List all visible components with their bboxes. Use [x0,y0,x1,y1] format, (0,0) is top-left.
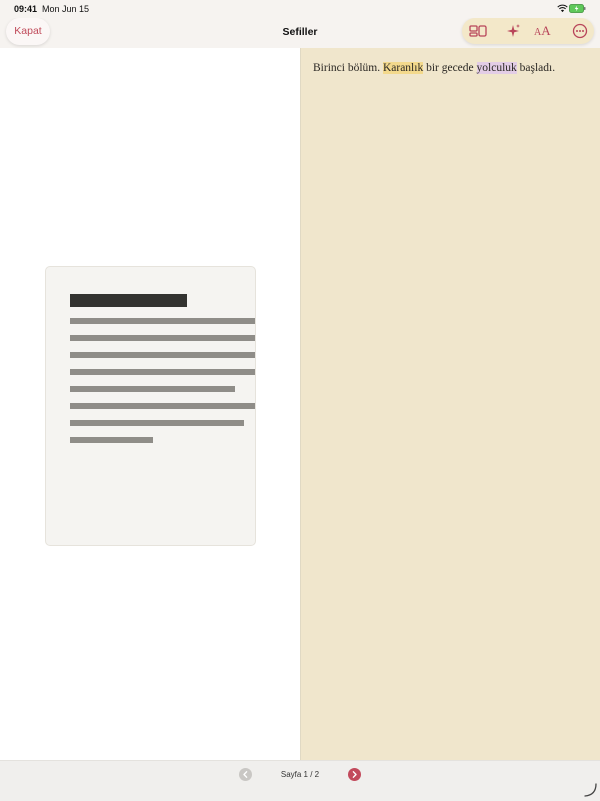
resize-handle-icon[interactable] [583,783,597,797]
thumbnail-text-line [70,369,255,375]
battery-icon [569,4,586,13]
status-time: 09:41 [14,4,38,14]
thumbnail-text-line [70,420,244,426]
thumbnail-text-line [70,437,153,443]
text-size-big: A [541,23,551,38]
thumbnail-text-line [70,386,235,392]
sparkle-icon[interactable] [503,22,523,40]
highlight-karanlik[interactable]: Karanlık [382,62,424,74]
reading-text[interactable]: Birinci bölüm. Karanlık bir gecede yolcu… [313,62,597,74]
text-segment: başladı. [516,62,556,74]
more-icon[interactable] [570,22,590,40]
page-indicator: Sayfa 1 / 2 [280,770,320,779]
text-segment: bir gecede [423,62,477,74]
highlight-yolculuk[interactable]: yolculuk [476,62,517,74]
wifi-icon [557,4,568,13]
status-bar: 09:41 Mon Jun 15 [0,0,600,18]
chevron-right-icon [352,771,357,778]
text-size-icon[interactable]: AA [534,22,558,40]
page-navigation-bar: Sayfa 1 / 2 [0,760,600,801]
layout-icon[interactable] [468,22,488,40]
text-segment: Birinci bölüm. [313,62,383,74]
thumbnail-text-line [70,335,255,341]
thumbnail-text-line [70,352,255,358]
nav-bar: Kapat Sefiller AA [0,18,600,48]
thumbnail-heading-bar [70,294,187,307]
status-date: Mon Jun 15 [42,4,90,14]
reading-pane[interactable]: Birinci bölüm. Karanlık bir gecede yolcu… [300,48,600,760]
page-thumbnail[interactable] [45,266,256,546]
reader-toolbar: AA [462,18,594,44]
thumbnail-text-line [70,318,255,324]
thumbnail-text-line [70,403,255,409]
next-page-button[interactable] [348,768,361,781]
page-preview-pane [0,48,300,760]
